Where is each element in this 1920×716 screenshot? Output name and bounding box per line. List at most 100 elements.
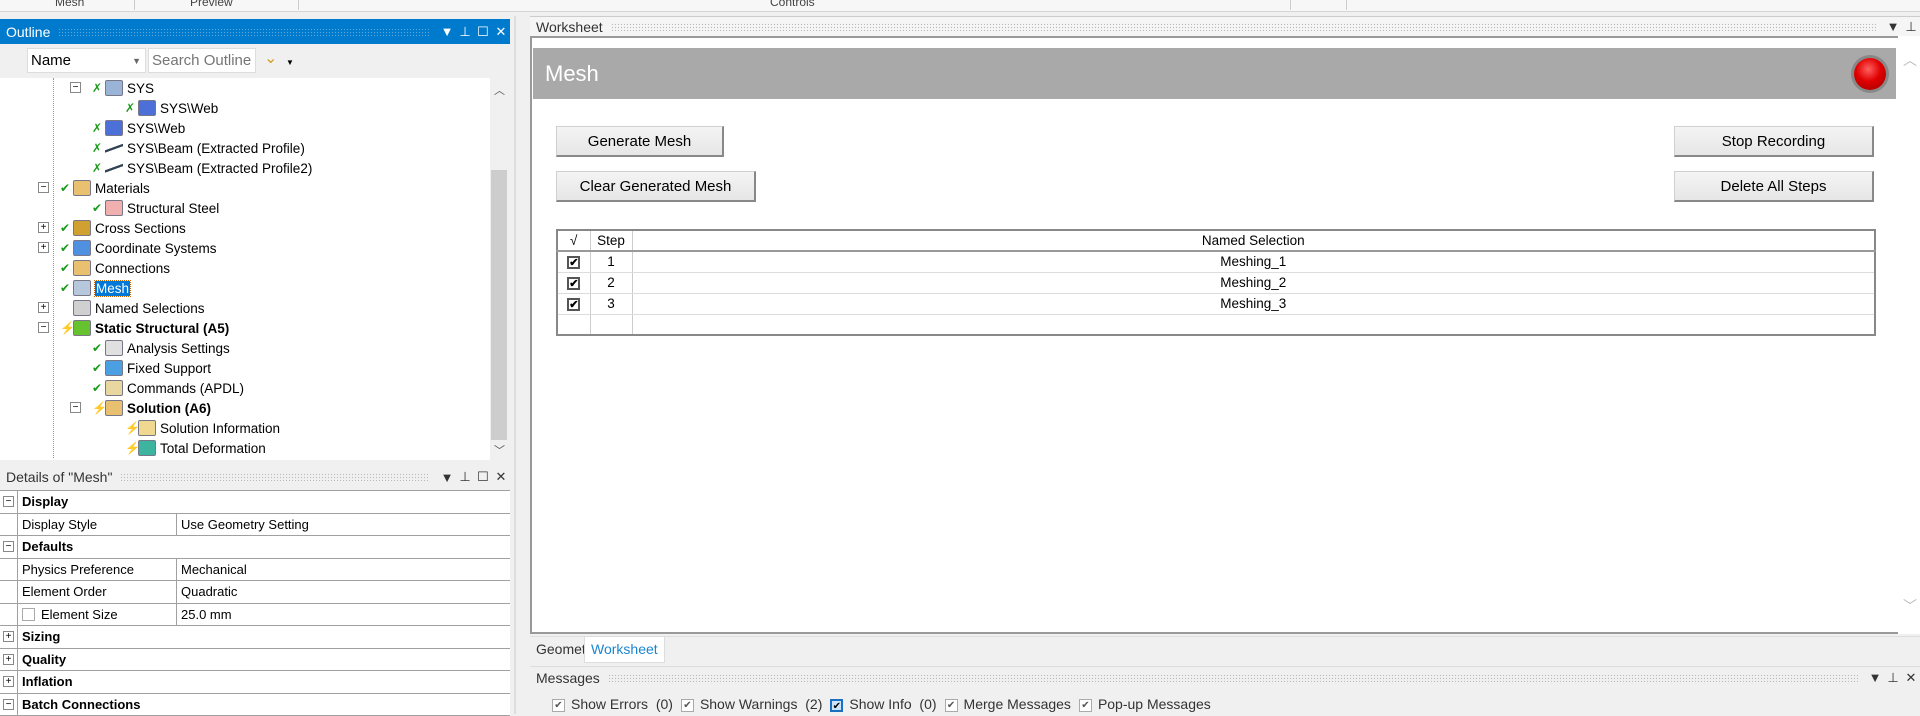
expand-icon[interactable]: + xyxy=(3,631,14,642)
dropdown-icon[interactable]: ▼ xyxy=(1884,19,1902,34)
collapse-icon[interactable]: − xyxy=(38,182,49,193)
tree-item-label: Solution (A6) xyxy=(127,401,211,416)
expand-icon[interactable]: + xyxy=(38,302,49,313)
property-label: Physics Preference xyxy=(17,559,176,581)
details-category[interactable]: −Display xyxy=(0,491,510,514)
details-property-row[interactable]: Element OrderQuadratic xyxy=(0,581,510,604)
details-property-row[interactable]: Element Size25.0 mm xyxy=(0,604,510,627)
tree-node-icon xyxy=(105,360,123,376)
tree-item[interactable]: ✔Structural Steel xyxy=(92,198,219,218)
message-filter[interactable]: ✔Show Warnings (2) xyxy=(681,696,822,712)
tree-item[interactable]: +✔Cross Sections xyxy=(60,218,186,238)
scroll-up-icon[interactable]: ︿ xyxy=(1903,50,1917,70)
clear-generated-mesh-button[interactable]: Clear Generated Mesh xyxy=(556,171,756,202)
tree-item[interactable]: ✔Analysis Settings xyxy=(92,338,230,358)
expand-icon[interactable]: + xyxy=(38,222,49,233)
worksheet-scrollbar[interactable]: ︿ ﹀ xyxy=(1898,36,1920,634)
property-value[interactable]: 25.0 mm xyxy=(176,604,510,626)
pin-icon[interactable]: ⊥ xyxy=(456,24,474,40)
tree-item[interactable]: ✔Mesh xyxy=(60,278,130,298)
scroll-up-icon[interactable]: ︿ xyxy=(494,82,505,98)
stop-recording-button[interactable]: Stop Recording xyxy=(1674,126,1874,157)
tree-item[interactable]: ✔Connections xyxy=(60,258,170,278)
filter-checkbox[interactable]: ✔ xyxy=(1079,699,1092,712)
step-checkbox[interactable]: ✔ xyxy=(567,277,580,290)
tree-item[interactable]: −⚡Static Structural (A5) xyxy=(60,318,229,338)
scroll-thumb[interactable] xyxy=(491,170,507,440)
maximize-icon[interactable]: ☐ xyxy=(474,469,492,485)
recording-indicator-icon xyxy=(1854,58,1886,90)
collapse-icon[interactable]: − xyxy=(70,402,81,413)
property-value[interactable]: Mechanical xyxy=(176,559,510,581)
details-category[interactable]: −Batch Connections xyxy=(0,694,510,716)
tree-item[interactable]: −✔Materials xyxy=(60,178,150,198)
message-filter[interactable]: ✔Show Errors (0) xyxy=(552,696,673,712)
filter-checkbox[interactable]: ✔ xyxy=(552,699,565,712)
scroll-down-icon[interactable]: ﹀ xyxy=(494,442,505,458)
step-number: 2 xyxy=(590,272,632,293)
filter-checkbox[interactable]: ✔ xyxy=(945,699,958,712)
expand-icon[interactable]: + xyxy=(3,676,14,687)
dropdown-icon[interactable]: ▼ xyxy=(1866,670,1884,685)
tree-item[interactable]: +✔Coordinate Systems xyxy=(60,238,217,258)
tree-item[interactable]: +Named Selections xyxy=(60,298,205,318)
dropdown-icon[interactable]: ▼ xyxy=(438,24,456,39)
pin-icon[interactable]: ⊥ xyxy=(1902,19,1920,35)
tree-item[interactable]: ✔Commands (APDL) xyxy=(92,378,244,398)
tree-item-label: Analysis Settings xyxy=(127,341,230,356)
step-checkbox[interactable]: ✔ xyxy=(567,256,580,269)
tree-item[interactable]: ✗SYS\Web xyxy=(125,98,218,118)
details-property-row[interactable]: Physics PreferenceMechanical xyxy=(0,559,510,582)
pin-icon[interactable]: ⊥ xyxy=(1884,670,1902,686)
tree-item[interactable]: ✗SYS\Beam (Extracted Profile2) xyxy=(92,158,312,178)
close-icon[interactable]: ✕ xyxy=(492,24,510,40)
details-category[interactable]: −Defaults xyxy=(0,536,510,559)
dropdown-icon[interactable]: ▼ xyxy=(438,470,456,485)
parameter-checkbox[interactable] xyxy=(22,608,35,621)
tab-worksheet[interactable]: Worksheet xyxy=(584,637,665,663)
toolbar-dropdown-icon[interactable]: ▼ xyxy=(286,58,294,67)
collapse-icon[interactable]: − xyxy=(3,541,14,552)
worksheet-title: Worksheet xyxy=(536,19,603,35)
worksheet-header: Worksheet ▼ ⊥ xyxy=(530,16,1920,36)
generate-mesh-button[interactable]: Generate Mesh xyxy=(556,126,724,157)
details-category[interactable]: +Sizing xyxy=(0,626,510,649)
maximize-icon[interactable]: ☐ xyxy=(474,24,492,40)
delete-all-steps-button[interactable]: Delete All Steps xyxy=(1674,171,1874,202)
tree-item[interactable]: ⚡Solution Information xyxy=(125,418,280,438)
pin-icon[interactable]: ⊥ xyxy=(456,469,474,485)
filter-count: (0) xyxy=(919,696,936,712)
details-property-row[interactable]: Display StyleUse Geometry Setting xyxy=(0,514,510,537)
close-icon[interactable]: ✕ xyxy=(492,469,510,485)
tree-item[interactable]: ✗SYS\Web xyxy=(92,118,185,138)
collapse-icon[interactable]: − xyxy=(38,322,49,333)
scroll-down-icon[interactable]: ﹀ xyxy=(1903,596,1917,616)
status-check-icon: ✔ xyxy=(60,241,72,255)
search-input[interactable] xyxy=(148,48,256,73)
message-filter[interactable]: ✔Pop-up Messages xyxy=(1079,696,1211,712)
details-category[interactable]: +Inflation xyxy=(0,671,510,694)
collapse-icon[interactable]: − xyxy=(3,699,14,710)
expand-icon[interactable]: + xyxy=(38,242,49,253)
filter-checkbox[interactable]: ✔ xyxy=(681,699,694,712)
filter-select[interactable]: Name ▼ xyxy=(27,48,146,73)
property-value[interactable]: Use Geometry Setting xyxy=(176,514,510,536)
details-category[interactable]: +Quality xyxy=(0,649,510,672)
step-checkbox[interactable]: ✔ xyxy=(567,298,580,311)
message-filter[interactable]: ✔Merge Messages xyxy=(945,696,1071,712)
expand-icon[interactable]: + xyxy=(3,654,14,665)
tree-item[interactable]: −✗SYS xyxy=(92,78,154,98)
filter-count: (0) xyxy=(656,696,673,712)
property-value[interactable]: Quadratic xyxy=(176,581,510,603)
collapse-icon[interactable]: − xyxy=(70,82,81,93)
message-filter[interactable]: ✔Show Info (0) xyxy=(830,696,936,712)
tree-item[interactable]: ✗SYS\Beam (Extracted Profile) xyxy=(92,138,305,158)
expand-all-icon[interactable]: ⌄ xyxy=(264,48,277,68)
close-icon[interactable]: ✕ xyxy=(1902,670,1920,686)
tree-item[interactable]: ⚡Total Deformation xyxy=(125,438,266,458)
filter-checkbox[interactable]: ✔ xyxy=(830,699,843,712)
collapse-icon[interactable]: − xyxy=(3,496,14,507)
tree-item[interactable]: ✔Fixed Support xyxy=(92,358,211,378)
outline-scrollbar[interactable]: ︿ ﹀ xyxy=(490,78,508,460)
tree-item[interactable]: −⚡Solution (A6) xyxy=(92,398,211,418)
